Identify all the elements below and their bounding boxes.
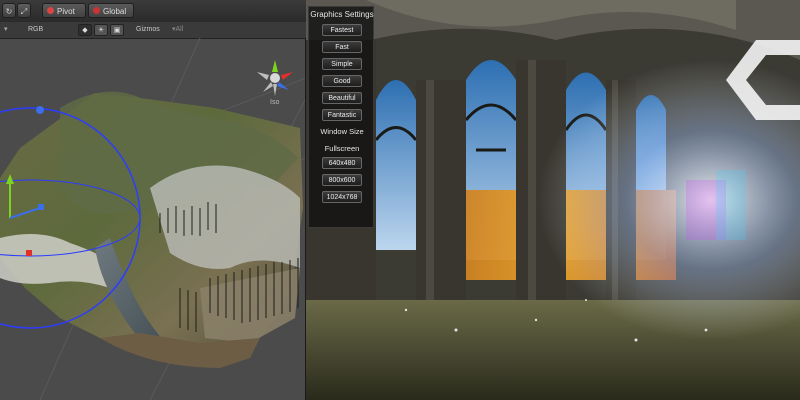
lighting-toggle[interactable]: ☀ (94, 24, 108, 36)
orientation-gizmo[interactable] (257, 60, 293, 96)
resolution-1024x768-button[interactable]: 1024x768 (322, 191, 362, 203)
2d-3d-toggle[interactable]: ◆ (78, 24, 92, 36)
scene-view[interactable]: ↻ ⤢ Pivot Global ▾ RGB ◆ ☀ ▣ Gizmos ▾All (0, 0, 306, 400)
render-dropdown-arrow[interactable]: ▾ (4, 24, 14, 36)
quality-good-button[interactable]: Good (322, 75, 362, 87)
search-field[interactable]: ▾All (172, 24, 212, 36)
x-axis-handle (26, 250, 32, 256)
quality-fastest-button[interactable]: Fastest (322, 24, 362, 36)
window-size-label: Window Size (320, 127, 364, 136)
cathedral-scene (306, 0, 800, 400)
quality-simple-button[interactable]: Simple (322, 58, 362, 70)
pivot-icon (47, 7, 54, 14)
fullscreen-toggle[interactable]: Fullscreen (309, 144, 375, 153)
rotate-tool-button[interactable]: ↻ (2, 3, 16, 18)
quality-fast-button[interactable]: Fast (322, 41, 362, 53)
global-label: Global (103, 7, 127, 16)
pivot-toggle-button[interactable]: Pivot (42, 3, 86, 18)
quality-fantastic-button[interactable]: Fantastic (322, 109, 362, 121)
pivot-label: Pivot (57, 7, 75, 16)
editor-toolbar: ↻ ⤢ Pivot Global (0, 0, 306, 23)
graphics-settings-title: Graphics Settings (310, 10, 374, 19)
resolution-640x480-button[interactable]: 640x480 (322, 157, 362, 169)
scene-view-bar: ▾ RGB ◆ ☀ ▣ Gizmos ▾All (0, 22, 306, 39)
projection-label: Iso (270, 99, 279, 106)
audio-toggle[interactable]: ▣ (110, 24, 124, 36)
game-view: Graphics Settings Fastest Fast Simple Go… (306, 0, 800, 400)
globe-icon (93, 7, 100, 14)
scale-tool-button[interactable]: ⤢ (17, 3, 31, 18)
resolution-800x600-button[interactable]: 800x600 (322, 174, 362, 186)
render-mode-dropdown[interactable]: RGB (28, 24, 58, 36)
gizmos-dropdown[interactable]: Gizmos (136, 24, 170, 36)
global-toggle-button[interactable]: Global (88, 3, 134, 18)
quality-beautiful-button[interactable]: Beautiful (322, 92, 362, 104)
scene-viewport[interactable]: Iso (0, 38, 306, 400)
graphics-settings-panel: Graphics Settings Fastest Fast Simple Go… (308, 6, 374, 228)
